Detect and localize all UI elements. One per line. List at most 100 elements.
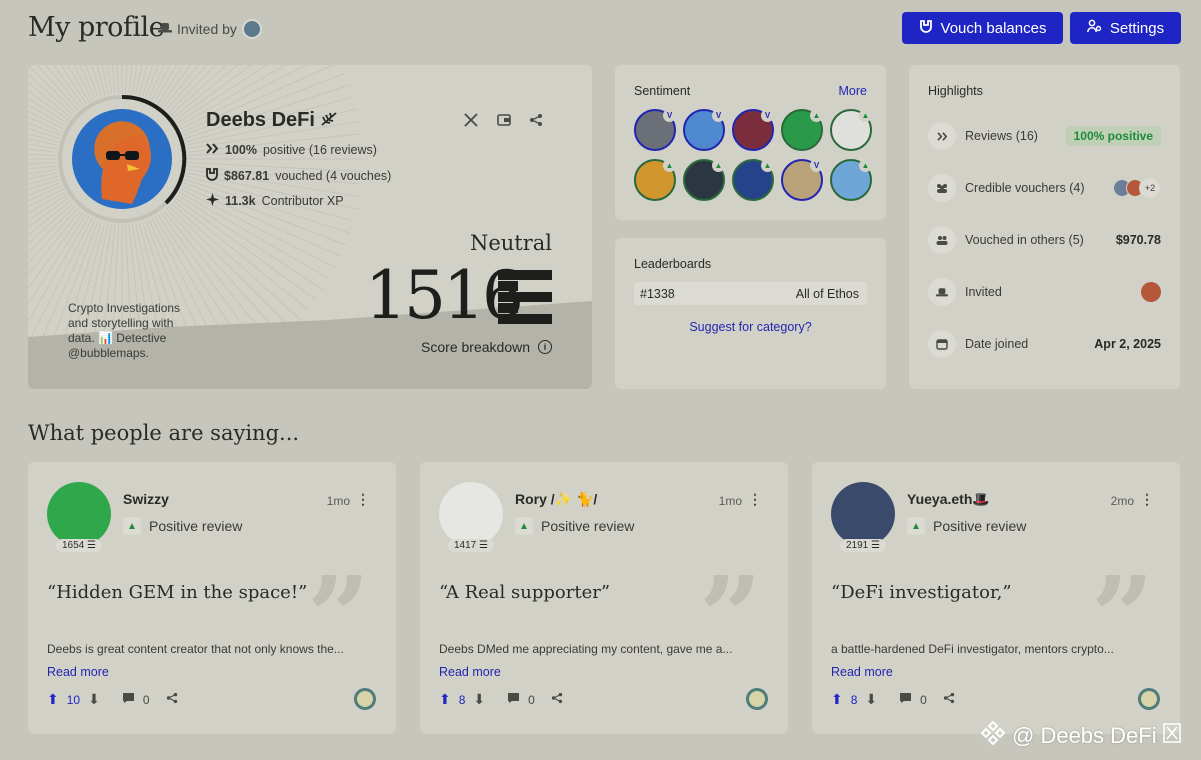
review-card: 2191 ☰ Yueya.eth🎩 2mo ⋮ ▲ Positive revie…: [812, 462, 1180, 734]
vouch-icon: V: [712, 109, 725, 122]
thumbs-up-icon: ▲: [907, 517, 925, 535]
xp-stat[interactable]: 11.3k Contributor XP: [206, 193, 344, 209]
score-breakdown-link[interactable]: Score breakdown i: [421, 339, 552, 355]
settings-button[interactable]: Settings: [1070, 12, 1181, 44]
vouch-icon: V: [810, 159, 823, 172]
inviter-avatar[interactable]: [241, 19, 262, 39]
upvote-icon[interactable]: ⬆: [831, 691, 843, 708]
vouch-icon: V: [663, 109, 676, 122]
positive-pct: 100%: [225, 143, 257, 157]
people-icon: [928, 226, 956, 254]
page-title: My profile: [28, 12, 165, 43]
leaderboard-rank-row[interactable]: #1338 All of Ethos: [634, 282, 867, 305]
comment-icon[interactable]: [122, 692, 135, 707]
downvote-icon[interactable]: ⬇: [88, 691, 100, 708]
more-options-icon[interactable]: ⋮: [1140, 491, 1154, 508]
reviewer-avatar[interactable]: [47, 482, 111, 546]
review-time: 1mo: [718, 494, 742, 508]
thumbs-up-icon: ▲: [712, 159, 725, 172]
voucher-avatars[interactable]: +2: [1113, 177, 1161, 199]
review-card: 1654 ☰ Swizzy 1mo ⋮ ▲ Positive review “H…: [28, 462, 396, 734]
review-actions: ⬆ 8 ⬇ 0: [831, 691, 955, 708]
x-icon: [1162, 723, 1181, 749]
review-sentiment-label: Positive review: [149, 518, 243, 534]
review-actions: ⬆ 8 ⬇ 0: [439, 691, 563, 708]
verified-seal-icon: [1138, 688, 1160, 710]
binance-logo-icon: [980, 720, 1006, 752]
sentiment-avatar[interactable]: ▲: [732, 159, 774, 201]
positive-stat[interactable]: 100% positive (16 reviews): [206, 143, 377, 157]
verified-seal-icon: [354, 688, 376, 710]
share-icon[interactable]: [529, 113, 543, 130]
thumbs-up-icon: ▲: [810, 109, 823, 122]
highlight-vouched-others[interactable]: Vouched in others (5) $970.78: [928, 225, 1161, 255]
thumbs-up-icon: ▲: [859, 159, 872, 172]
x-icon[interactable]: [464, 113, 478, 130]
sentiment-avatar[interactable]: ▲: [830, 109, 872, 151]
sentiment-avatar[interactable]: V: [732, 109, 774, 151]
downvote-icon[interactable]: ⬇: [865, 691, 877, 708]
vouch-shield-icon: [206, 168, 218, 184]
sentiment-avatar[interactable]: V: [781, 159, 823, 201]
group-icon: [928, 174, 956, 202]
section-title: What people are saying...: [28, 421, 300, 445]
upvote-icon[interactable]: ⬆: [47, 691, 59, 708]
reviewer-name[interactable]: Swizzy: [123, 491, 169, 507]
share-icon[interactable]: [166, 692, 178, 707]
sentiment-avatar[interactable]: ▲: [683, 159, 725, 201]
comment-icon[interactable]: [899, 692, 912, 707]
vouch-balances-button[interactable]: Vouch balances: [902, 12, 1063, 44]
double-chevron-icon: [206, 143, 219, 157]
watermark-text: @ Deebs DeFi: [1012, 723, 1157, 748]
invited-user-avatar[interactable]: [1141, 282, 1161, 302]
comment-icon[interactable]: [507, 692, 520, 707]
sentiment-card: Sentiment More V V V ▲ ▲ ▲ ▲ ▲ V ▲: [615, 65, 886, 220]
highlight-invited[interactable]: Invited: [928, 277, 1161, 307]
reviewer-name[interactable]: Yueya.eth🎩: [907, 491, 990, 508]
share-icon[interactable]: [943, 692, 955, 707]
xp-amount: 11.3k: [225, 194, 256, 208]
profile-bio: Crypto Investigations and storytelling w…: [68, 301, 181, 360]
highlight-reviews[interactable]: Reviews (16) 100% positive: [928, 121, 1161, 151]
read-more-link[interactable]: Read more: [47, 665, 109, 679]
vouched-stat[interactable]: $867.81 vouched (4 vouches): [206, 168, 391, 184]
hat-icon: [158, 21, 172, 37]
read-more-link[interactable]: Read more: [439, 665, 501, 679]
more-options-icon[interactable]: ⋮: [748, 491, 762, 508]
leaderboard-category: All of Ethos: [795, 286, 859, 301]
watermark: @ Deebs DeFi: [980, 720, 1181, 752]
sentiment-avatar[interactable]: V: [634, 109, 676, 151]
review-quote: “DeFi investigator,”: [831, 582, 1012, 603]
review-card: 1417 ☰ Rory /✨ 🐈/ 1mo ⋮ ▲ Positive revie…: [420, 462, 788, 734]
wallet-icon[interactable]: [497, 113, 511, 130]
share-icon[interactable]: [551, 692, 563, 707]
reviewer-score: 1417 ☰: [448, 539, 494, 552]
sentiment-avatar[interactable]: V: [683, 109, 725, 151]
highlight-credible-vouchers[interactable]: Credible vouchers (4) +2: [928, 173, 1161, 203]
reviewer-avatar[interactable]: [439, 482, 503, 546]
calendar-icon: [928, 330, 956, 358]
upvote-count: 8: [850, 692, 858, 707]
user-gear-icon: [1086, 19, 1102, 37]
sentiment-avatar[interactable]: ▲: [830, 159, 872, 201]
verified-seal-icon: [746, 688, 768, 710]
read-more-link[interactable]: Read more: [831, 665, 893, 679]
suggest-category-link[interactable]: Suggest for category?: [615, 320, 886, 334]
review-quote: “A Real supporter”: [439, 582, 611, 603]
invited-by[interactable]: Invited by: [158, 19, 262, 39]
highlights-card: Highlights Reviews (16) 100% positive Cr…: [909, 65, 1180, 389]
sentiment-more-link[interactable]: More: [839, 84, 867, 98]
more-options-icon[interactable]: ⋮: [356, 491, 370, 508]
reviewer-name[interactable]: Rory /✨ 🐈/: [515, 491, 597, 508]
thumbs-up-icon: ▲: [663, 159, 676, 172]
upvote-icon[interactable]: ⬆: [439, 691, 451, 708]
downvote-icon[interactable]: ⬇: [473, 691, 485, 708]
more-vouchers-count: +2: [1139, 177, 1161, 199]
profile-card: Deebs DeFi 100% positive (16 reviews) $8…: [28, 65, 592, 389]
highlight-vouched-value: $970.78: [1115, 233, 1161, 247]
sentiment-avatar[interactable]: ▲: [634, 159, 676, 201]
reviewer-avatar[interactable]: [831, 482, 895, 546]
vouch-icon: V: [761, 109, 774, 122]
sentiment-avatar[interactable]: ▲: [781, 109, 823, 151]
highlight-date-label: Date joined: [965, 337, 1029, 351]
